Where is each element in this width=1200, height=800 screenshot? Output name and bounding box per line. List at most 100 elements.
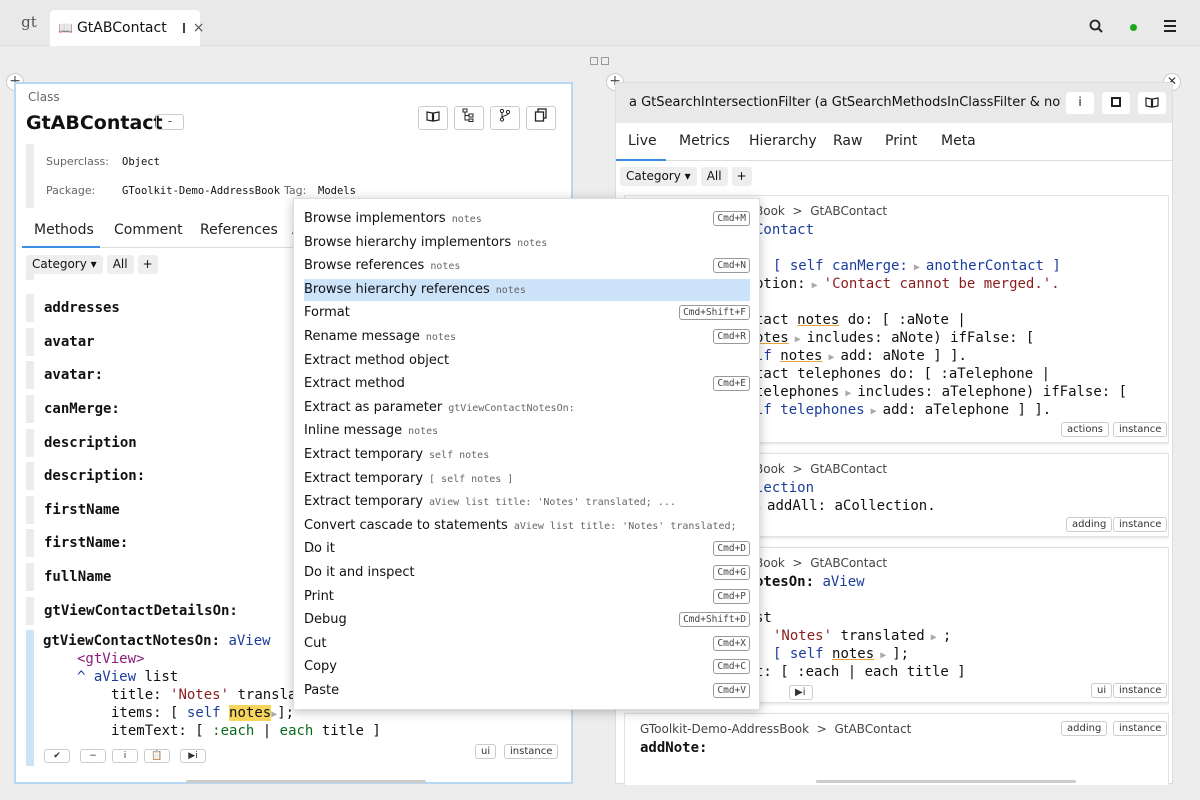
tab-metrics[interactable]: Metrics — [679, 125, 730, 157]
result-card-addnote[interactable]: GToolkit-Demo-AddressBook > GtABContact … — [624, 713, 1169, 785]
book-icon[interactable] — [1138, 92, 1166, 114]
ui-tag[interactable]: ui — [475, 744, 497, 759]
menu-item[interactable]: Browse hierarchy implementors notes — [304, 232, 750, 254]
tag-value[interactable]: Models — [318, 185, 356, 197]
collapse-button[interactable]: - — [156, 114, 184, 130]
play-inspect-button[interactable]: ▶i — [180, 749, 206, 763]
menu-item[interactable]: Do it Cmd+D — [304, 538, 750, 560]
pane-split-icon[interactable] — [590, 54, 614, 65]
category-dropdown[interactable]: Category ▾ — [620, 166, 697, 186]
tab-live[interactable]: Live — [616, 125, 666, 161]
expand-triangle-icon[interactable]: ▶ — [806, 280, 824, 291]
breadcrumb-class[interactable]: GtABContact — [810, 556, 887, 570]
expand-triangle-icon[interactable]: ▶ — [874, 650, 892, 661]
tab-hierarchy[interactable]: Hierarchy — [749, 125, 817, 157]
accept-button[interactable]: ✔ — [44, 749, 70, 763]
selected-notes[interactable]: notes — [229, 705, 272, 721]
menu-item[interactable]: Cut Cmd+X — [304, 633, 750, 655]
self-keyword: self — [186, 705, 221, 721]
notes-reference[interactable]: notes — [797, 312, 839, 328]
menu-item[interactable]: Copy Cmd+C — [304, 656, 750, 678]
git-branch-icon[interactable] — [490, 106, 520, 130]
tab-label: GtABContact — [76, 20, 167, 36]
tab-print[interactable]: Print — [885, 125, 917, 157]
tab-methods[interactable]: Methods — [22, 216, 100, 248]
add-filter-button[interactable]: + — [731, 166, 752, 186]
menu-item[interactable]: Inline message notes — [304, 420, 750, 442]
menu-item[interactable]: Extract as parameter gtViewContactNotesOn… — [304, 397, 750, 419]
instance-tag[interactable]: instance — [1113, 517, 1168, 532]
notes-reference[interactable]: notes — [832, 646, 874, 662]
gt-logo[interactable]: gt — [14, 12, 44, 34]
menu-item[interactable]: Browse hierarchy references notes — [304, 278, 750, 301]
menu-item[interactable]: Rename message notes Cmd+R — [304, 326, 750, 348]
expand-triangle-icon[interactable]: ▶ — [839, 388, 857, 399]
tab-comment[interactable]: Comment — [114, 216, 183, 248]
info-button[interactable]: i — [1066, 92, 1094, 114]
breadcrumb-class[interactable]: GtABContact — [810, 462, 887, 476]
menu-item-label: Inline message — [304, 423, 403, 439]
breadcrumb-package[interactable]: GToolkit-Demo-AddressBook — [640, 722, 809, 736]
menu-item[interactable]: Extract temporary aView list title: 'Note… — [304, 491, 750, 513]
expand-triangle-icon[interactable]: ▶ — [908, 262, 926, 273]
package-value[interactable]: GToolkit-Demo-AddressBook — [122, 185, 280, 197]
menu-item[interactable]: Paste Cmd+V — [304, 680, 750, 702]
horizontal-scrollbar[interactable] — [816, 780, 1076, 783]
breadcrumb: Book > GtABContact — [755, 204, 887, 218]
notes-reference[interactable]: notes — [780, 348, 822, 364]
menu-item[interactable]: Browse references notes Cmd+N — [304, 255, 750, 277]
ui-tag[interactable]: ui — [1091, 683, 1113, 698]
method-selector: otesOn: — [755, 574, 815, 590]
play-inspect-button[interactable]: ▶i — [789, 685, 813, 700]
code-text: transla — [237, 687, 297, 703]
adding-tag[interactable]: adding — [1066, 517, 1113, 532]
code-line: lf telephones ▶ add: aTelephone ] ]. — [755, 402, 1051, 418]
instance-tag[interactable]: instance — [504, 744, 559, 759]
copy-class-icon[interactable] — [526, 106, 556, 130]
maximize-icon[interactable] — [1102, 92, 1130, 114]
search-icon[interactable] — [1089, 19, 1105, 35]
tab-gtabcontact[interactable]: 📖 GtABContact × — [50, 10, 204, 46]
menu-item[interactable]: Print Cmd+P — [304, 586, 750, 608]
menu-item[interactable]: Extract temporary self notes — [304, 444, 750, 466]
breadcrumb-class[interactable]: GtABContact — [834, 722, 911, 736]
actions-tag[interactable]: actions — [1061, 422, 1109, 437]
breadcrumb-class[interactable]: GtABContact — [810, 204, 887, 218]
info-button[interactable]: i — [112, 749, 138, 763]
expand-triangle-icon[interactable]: ▶ — [925, 632, 943, 643]
notes-reference[interactable]: otes — [755, 330, 789, 346]
expand-triangle-icon[interactable]: ▶ — [789, 334, 807, 345]
menu-item[interactable]: Debug Cmd+Shift+D — [304, 609, 750, 631]
menu-item[interactable]: Format Cmd+Shift+F — [304, 302, 750, 324]
instance-tag[interactable]: instance — [1113, 422, 1168, 437]
class-kind-label: Class — [28, 90, 60, 104]
string-literal: 'Notes' — [170, 687, 230, 703]
instance-tag[interactable]: instance — [1113, 683, 1168, 698]
menu-item[interactable]: Browse implementors notes Cmd+M — [304, 208, 750, 230]
adding-tag[interactable]: adding — [1061, 721, 1108, 736]
hierarchy-icon[interactable] — [454, 106, 484, 130]
instance-tag[interactable]: instance — [1113, 721, 1168, 736]
browse-book-icon[interactable] — [418, 106, 448, 130]
remove-button[interactable]: − — [80, 749, 106, 763]
horizontal-scrollbar[interactable] — [186, 780, 426, 783]
filter-all-button[interactable]: All — [700, 166, 728, 186]
maximize-icon[interactable] — [182, 23, 185, 33]
menu-item[interactable]: Do it and inspect Cmd+G — [304, 562, 750, 584]
clipboard-icon[interactable]: 📋 — [144, 749, 170, 763]
menu-item[interactable]: Convert cascade to statements aView list … — [304, 515, 750, 555]
hamburger-menu-icon[interactable] — [1164, 20, 1176, 32]
code-text: ption: — [755, 276, 806, 292]
menu-item[interactable]: Extract method object — [304, 350, 750, 372]
expand-triangle-icon[interactable]: ▶ — [865, 406, 883, 417]
tab-raw[interactable]: Raw — [833, 125, 862, 157]
superclass-value[interactable]: Object — [122, 156, 160, 168]
code-text: add: aNote ] ]. — [840, 348, 967, 364]
tab-meta[interactable]: Meta — [941, 125, 976, 157]
expand-triangle-icon[interactable]: ▶ — [822, 352, 840, 363]
close-icon[interactable]: × — [193, 20, 205, 36]
menu-item[interactable]: Extract temporary [ self notes ] — [304, 468, 750, 490]
menu-item[interactable]: Extract method Cmd+E — [304, 373, 750, 395]
bracket: [ — [170, 705, 179, 721]
tab-references[interactable]: References — [200, 216, 278, 248]
